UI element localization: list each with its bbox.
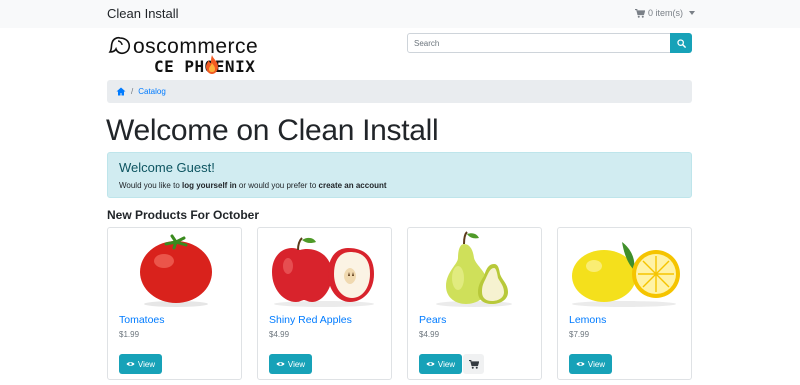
welcome-alert: Welcome Guest! Would you like to log you… [107, 152, 692, 198]
product-image-apples[interactable] [258, 228, 391, 310]
chevron-down-icon [689, 11, 696, 15]
product-price: $4.99 [269, 330, 290, 339]
search-icon [676, 38, 686, 48]
breadcrumb-item-catalog[interactable]: Catalog [138, 87, 166, 96]
view-button[interactable]: View [569, 354, 612, 374]
product-card-apples: Shiny Red Apples $4.99 View [257, 227, 392, 380]
view-button[interactable]: View [269, 354, 312, 374]
product-price: $4.99 [419, 330, 440, 339]
cart-count-label: 0 item(s) [648, 8, 684, 18]
eye-icon [426, 362, 435, 366]
shopping-cart-icon [468, 359, 479, 369]
page-title: Welcome on Clean Install [106, 114, 439, 147]
logo-wordmark: oscommerce [133, 35, 259, 58]
home-icon[interactable] [116, 87, 126, 96]
shopping-cart-icon [635, 8, 645, 18]
product-name-link[interactable]: Lemons [569, 314, 606, 326]
flame-icon [206, 55, 218, 74]
product-card-lemons: Lemons $7.99 View [557, 227, 692, 380]
breadcrumb-separator: / [131, 87, 134, 96]
breadcrumb: / Catalog [107, 80, 692, 103]
welcome-text-before: Would you like to [119, 181, 182, 190]
view-button-label: View [437, 359, 456, 369]
new-products-heading: New Products For October [107, 208, 260, 222]
top-navbar: Clean Install 0 item(s) [0, 0, 800, 28]
view-button[interactable]: View [419, 354, 462, 374]
create-account-link[interactable]: create an account [319, 181, 387, 190]
view-button-label: View [137, 359, 156, 369]
search-button[interactable] [670, 33, 692, 53]
welcome-title: Welcome Guest! [119, 160, 215, 175]
store-logo[interactable]: oscommerce CE PHOENIX [107, 33, 267, 79]
view-button-label: View [587, 359, 606, 369]
product-name-link[interactable]: Shiny Red Apples [269, 314, 352, 326]
product-card-pears: Pears $4.99 View [407, 227, 542, 380]
product-image-tomatoes[interactable] [108, 228, 241, 310]
product-price: $1.99 [119, 330, 140, 339]
product-card-tomatoes: Tomatoes $1.99 View [107, 227, 242, 380]
add-to-cart-button[interactable] [463, 354, 484, 374]
product-image-pears[interactable] [408, 228, 541, 310]
view-button-label: View [287, 359, 306, 369]
product-image-lemons[interactable] [558, 228, 691, 310]
welcome-text: Would you like to log yourself in or wou… [119, 181, 387, 190]
store-brand-link[interactable]: Clean Install [107, 6, 179, 21]
product-name-link[interactable]: Tomatoes [119, 314, 165, 326]
welcome-text-middle: or would you prefer to [236, 181, 319, 190]
product-price: $7.99 [569, 330, 590, 339]
eye-icon [126, 362, 135, 366]
product-name-link[interactable]: Pears [419, 314, 446, 326]
cart-dropdown[interactable]: 0 item(s) [635, 8, 696, 18]
eye-icon [276, 362, 285, 366]
view-button[interactable]: View [119, 354, 162, 374]
login-link[interactable]: log yourself in [182, 181, 237, 190]
search-input[interactable] [407, 33, 671, 53]
logo-bird-icon [108, 36, 131, 55]
eye-icon [576, 362, 585, 366]
